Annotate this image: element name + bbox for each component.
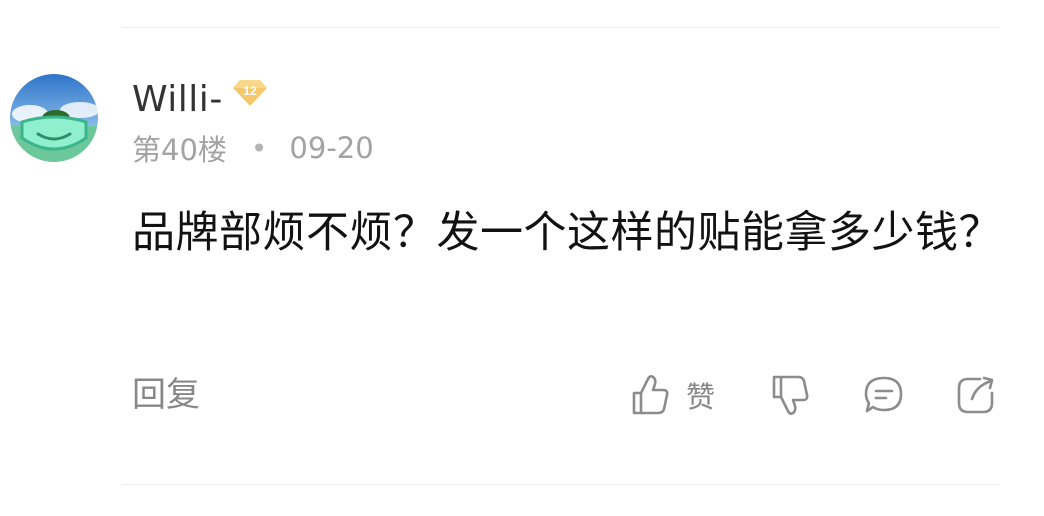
dislike-button[interactable]: [770, 372, 810, 418]
floor-number: 第40楼: [132, 133, 227, 167]
comment-text: 品牌部烦不烦？发一个这样的贴能拿多少钱？: [132, 208, 1002, 258]
level-badge-text: 12: [243, 84, 257, 98]
avatar[interactable]: [10, 74, 98, 162]
thumbs-down-icon: [772, 375, 809, 415]
comment-button[interactable]: [862, 372, 906, 418]
username-row: Willi- 12: [132, 76, 269, 122]
meta-separator: •: [250, 131, 268, 165]
bottom-divider: [122, 484, 1000, 485]
like-button[interactable]: 赞: [630, 372, 715, 418]
reply-button[interactable]: 回复: [132, 372, 200, 418]
username[interactable]: Willi-: [132, 79, 223, 120]
level-badge-icon: 12: [232, 80, 267, 106]
thumbs-up-icon: [632, 375, 669, 415]
comment-date: 09-20: [289, 131, 374, 165]
avatar-image: [10, 74, 98, 162]
like-label: 赞: [686, 380, 716, 414]
comment-meta: 第40楼 • 09-20: [132, 128, 374, 168]
top-divider: [122, 27, 1000, 28]
share-button[interactable]: [954, 372, 998, 418]
share-icon: [957, 376, 994, 414]
comment-bubble-icon: [864, 376, 903, 413]
